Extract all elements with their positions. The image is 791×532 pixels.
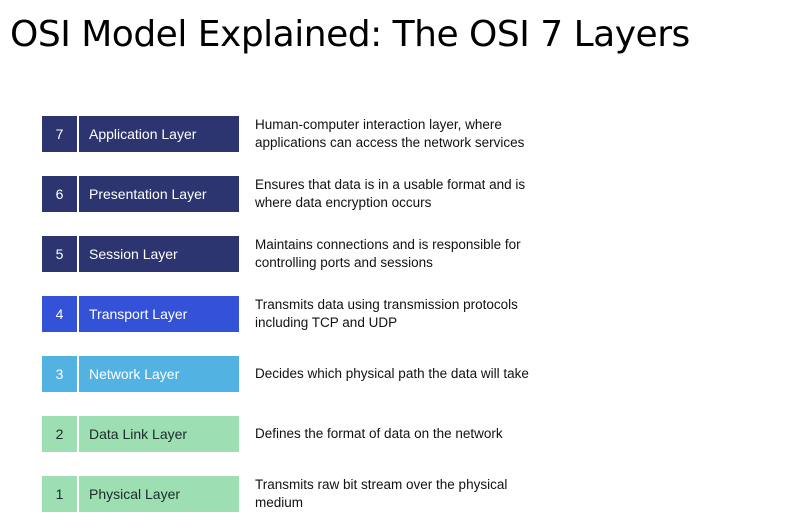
layer-row-data-link: 2 Data Link Layer Defines the format of … xyxy=(42,416,742,452)
layer-name: Session Layer xyxy=(79,236,239,272)
layer-name: Data Link Layer xyxy=(79,416,239,452)
layer-description: Transmits data using transmission protoc… xyxy=(255,297,518,330)
layer-number: 1 xyxy=(42,476,77,512)
layer-row-presentation: 6 Presentation Layer Ensures that data i… xyxy=(42,176,742,212)
layer-number: 6 xyxy=(42,176,77,212)
layer-description: Ensures that data is in a usable format … xyxy=(255,177,526,210)
layer-description: Transmits raw bit stream over the physic… xyxy=(255,477,508,510)
layer-row-application: 7 Application Layer Human-computer inter… xyxy=(42,116,742,152)
layer-number: 7 xyxy=(42,116,77,152)
layer-name: Transport Layer xyxy=(79,296,239,332)
layer-row-session: 5 Session Layer Maintains connections an… xyxy=(42,236,742,272)
osi-layer-list: 7 Application Layer Human-computer inter… xyxy=(0,0,791,532)
layer-number: 2 xyxy=(42,416,77,452)
layer-name: Application Layer xyxy=(79,116,239,152)
layer-row-network: 3 Network Layer Decides which physical p… xyxy=(42,356,742,392)
layer-number: 4 xyxy=(42,296,77,332)
layer-name: Physical Layer xyxy=(79,476,239,512)
layer-name: Network Layer xyxy=(79,356,239,392)
layer-row-physical: 1 Physical Layer Transmits raw bit strea… xyxy=(42,476,742,512)
layer-name: Presentation Layer xyxy=(79,176,239,212)
layer-description: Decides which physical path the data wil… xyxy=(255,366,529,381)
layer-number: 3 xyxy=(42,356,77,392)
layer-number: 5 xyxy=(42,236,77,272)
layer-row-transport: 4 Transport Layer Transmits data using t… xyxy=(42,296,742,332)
layer-description: Human-computer interaction layer, where … xyxy=(255,117,525,150)
layer-description: Defines the format of data on the networ… xyxy=(255,426,503,441)
layer-description: Maintains connections and is responsible… xyxy=(255,237,521,270)
